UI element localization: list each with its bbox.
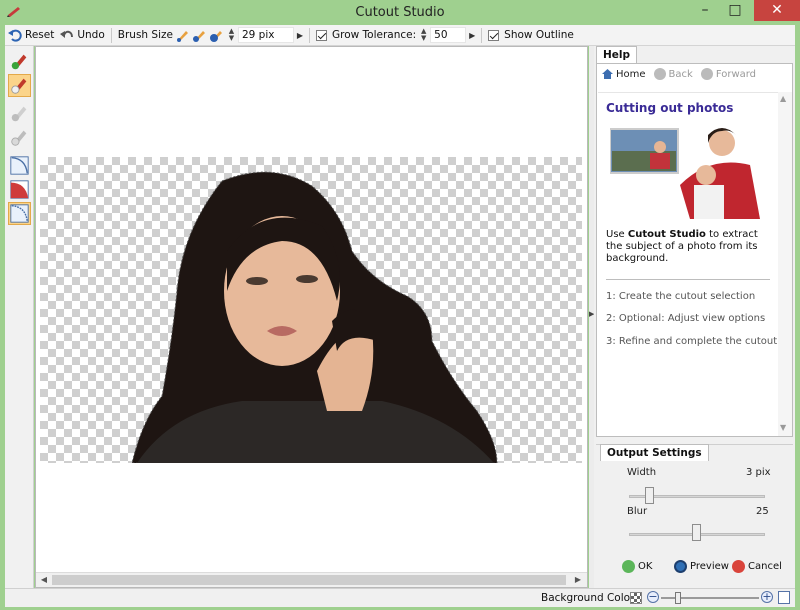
blur-value: 25 (756, 506, 769, 517)
ok-check-icon (622, 560, 635, 573)
scroll-up-icon[interactable]: ▲ (780, 94, 786, 103)
brush-medium-icon[interactable] (192, 28, 207, 42)
show-outline-label: Show Outline (504, 29, 574, 41)
grow-tolerance-input[interactable]: 50 (430, 27, 467, 43)
output-settings-panel: Output Settings Width 3 pix Blur 25 OK P… (596, 444, 793, 588)
foreground-marker-icon[interactable] (8, 50, 31, 73)
brush-size-label: Brush Size (117, 29, 173, 41)
help-content: Cutting out photos Use Cutout Studio to … (598, 92, 778, 436)
brush-small-icon[interactable] (176, 28, 190, 42)
background-eraser-icon[interactable] (8, 74, 31, 97)
status-bar: Background Colour − + (5, 588, 795, 607)
toolbar-separator (110, 27, 112, 43)
toolbar: Reset Undo Brush Size ▲ ▼ 29 pix ▶ Grow T… (5, 25, 795, 46)
scroll-left-icon[interactable]: ◀ (37, 574, 51, 586)
cutout-subject-image[interactable] (132, 171, 502, 463)
preview-button[interactable]: Preview (674, 560, 729, 573)
undo-icon (60, 30, 74, 38)
shape-tool-icon[interactable] (8, 154, 31, 177)
help-step-1-link[interactable]: 1: Create the cutout selection (606, 291, 755, 302)
grow-tolerance-label: Grow Tolerance: (331, 29, 417, 41)
width-value: 3 pix (746, 467, 771, 478)
back-icon (653, 68, 666, 80)
help-panel: Home Back Forward Cutting out photos Use… (596, 63, 793, 437)
zoom-slider-handle[interactable] (675, 592, 681, 604)
reset-icon (8, 29, 22, 42)
home-icon (602, 69, 613, 79)
show-outline-checkbox[interactable] (488, 29, 500, 41)
horizontal-scroll-thumb[interactable] (52, 575, 566, 585)
reset-label: Reset (25, 29, 55, 41)
cancel-button[interactable]: Cancel (732, 560, 782, 573)
help-description: Use Cutout Studio to extract the subject… (606, 229, 758, 264)
right-pane: Help Home Back Forward Cutting out photo… (594, 46, 795, 588)
nav-home[interactable]: Home (601, 68, 646, 80)
help-title: Cutting out photos (606, 101, 734, 115)
brush-large-icon[interactable] (209, 28, 224, 42)
nav-back[interactable]: Back (653, 68, 693, 80)
forward-icon (700, 68, 713, 80)
help-step-3-link[interactable]: 3: Refine and complete the cutout (606, 336, 777, 347)
output-settings-tab[interactable]: Output Settings (600, 444, 709, 461)
toolbar-separator (308, 27, 310, 43)
reset-button[interactable]: Reset (5, 26, 57, 45)
canvas-area[interactable]: ◀ ▶ (35, 46, 588, 588)
tool-palette (5, 46, 34, 588)
shape-tool-red-icon[interactable] (8, 178, 31, 201)
help-tab[interactable]: Help (596, 46, 638, 63)
preview-icon (674, 560, 687, 573)
app-window: Cutout Studio – □ ✕ Reset Undo Brush Siz… (0, 0, 800, 610)
fit-to-window-icon[interactable] (778, 591, 790, 604)
show-outline-toggle[interactable]: Show Outline (485, 26, 577, 45)
background-colour-label: Background Colour (541, 592, 642, 604)
brush-size-dropdown-icon[interactable]: ▶ (294, 31, 306, 40)
nav-forward[interactable]: Forward (700, 68, 756, 80)
marker-disabled-icon[interactable] (8, 102, 31, 125)
zoom-in-icon[interactable]: + (761, 591, 773, 603)
grow-tolerance-spinner-icon[interactable]: ▲ ▼ (419, 28, 428, 42)
help-illustration (610, 128, 760, 219)
maximize-button[interactable]: □ (720, 0, 750, 21)
close-button[interactable]: ✕ (754, 0, 800, 21)
brush-size-input[interactable]: 29 pix (237, 27, 294, 43)
scroll-right-icon[interactable]: ▶ (571, 574, 585, 586)
zoom-out-icon[interactable]: − (647, 591, 659, 603)
horizontal-scrollbar[interactable]: ◀ ▶ (36, 572, 587, 587)
blur-slider-handle[interactable] (692, 524, 701, 541)
minimize-button[interactable]: – (690, 0, 720, 21)
help-navigation: Home Back Forward (601, 68, 764, 80)
width-label: Width (627, 467, 657, 478)
eraser-disabled-icon[interactable] (8, 126, 31, 149)
selection-tool-icon[interactable] (8, 202, 31, 225)
background-colour-swatch-icon[interactable] (630, 592, 642, 604)
grow-tolerance-checkbox[interactable] (315, 29, 327, 41)
grow-tolerance-dropdown-icon[interactable]: ▶ (466, 31, 478, 40)
help-divider (606, 279, 770, 280)
width-slider-handle[interactable] (645, 487, 654, 504)
grow-tolerance-toggle[interactable]: Grow Tolerance: (313, 26, 419, 45)
undo-label: Undo (77, 29, 105, 41)
toolbar-separator (481, 27, 483, 43)
brush-size-spinner-icon[interactable]: ▲ ▼ (227, 28, 236, 42)
help-vertical-scrollbar[interactable]: ▲ ▼ (778, 92, 792, 436)
title-bar: Cutout Studio – □ ✕ (0, 0, 800, 25)
undo-button[interactable]: Undo (57, 26, 107, 45)
help-step-2-link[interactable]: 2: Optional: Adjust view options (606, 313, 765, 324)
window-title: Cutout Studio (355, 5, 445, 20)
ok-button[interactable]: OK (622, 560, 652, 573)
blur-label: Blur (627, 506, 648, 517)
scroll-down-icon[interactable]: ▼ (780, 423, 786, 432)
cancel-x-icon (732, 560, 745, 573)
